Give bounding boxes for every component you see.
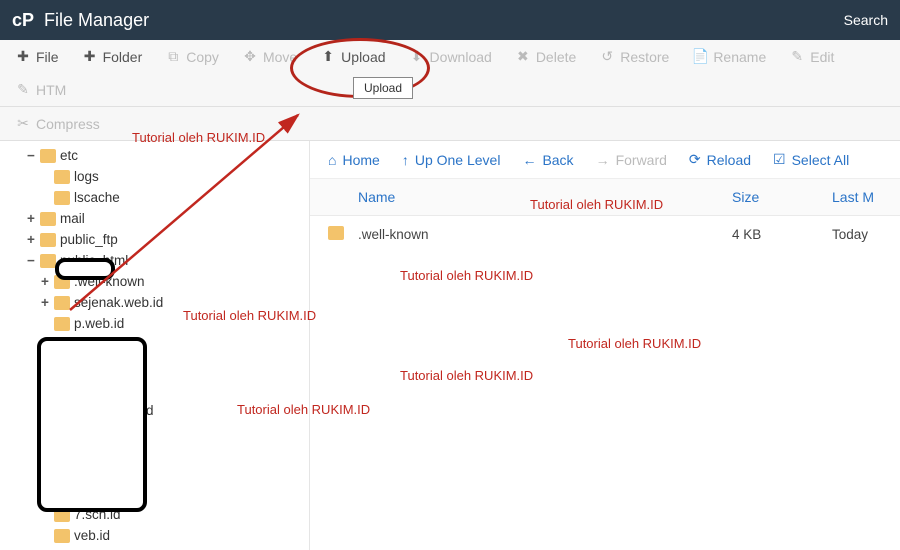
redaction-box-2 — [37, 337, 147, 512]
cpanel-logo-icon: cP — [12, 10, 34, 31]
tree-item-label: p.web.id — [74, 316, 124, 331]
forward-icon: → — [596, 152, 610, 168]
tree-item-label: veb.id — [74, 528, 110, 543]
header-left: cP File Manager — [12, 10, 149, 31]
back-icon: ← — [522, 152, 536, 168]
home-icon: ⌂ — [328, 152, 336, 168]
folder-icon — [40, 212, 56, 226]
plus-icon: ✚ — [16, 48, 30, 65]
reload-link[interactable]: ⟳Reload — [689, 151, 751, 168]
tree-item-label: mail — [60, 211, 85, 226]
col-name[interactable]: Name — [358, 189, 732, 205]
toolbar: ✚File ✚Folder ⧉Copy ✥Move ⬆Upload ⬇Downl… — [0, 40, 900, 107]
folder-icon — [54, 170, 70, 184]
tree-item[interactable]: + mail — [26, 208, 309, 229]
nav-row: ⌂Home ↑Up One Level ←Back →Forward ⟳Relo… — [310, 141, 900, 179]
html-icon: ✎ — [16, 81, 30, 98]
reload-icon: ⟳ — [689, 151, 701, 168]
compress-icon: ✂ — [16, 115, 30, 132]
search-label[interactable]: Search — [844, 12, 888, 28]
restore-icon: ↺ — [600, 48, 614, 65]
back-link[interactable]: ←Back — [522, 151, 573, 168]
folder-icon — [54, 296, 70, 310]
tree-item-label: logs — [74, 169, 99, 184]
toolbar-row2: ✂Compress — [0, 107, 900, 141]
app-header: cP File Manager Search — [0, 0, 900, 40]
edit-button[interactable]: ✎Edit — [778, 40, 846, 73]
download-button[interactable]: ⬇Download — [398, 40, 504, 73]
rename-icon: 📄 — [693, 48, 707, 65]
delete-icon: ✖ — [516, 48, 530, 65]
tree-item[interactable]: + sejenak.web.id — [40, 292, 309, 313]
tree-item[interactable]: − etc — [26, 145, 309, 166]
select-all-icon: ☑ — [773, 151, 786, 168]
tree-item[interactable]: p.web.id — [40, 313, 309, 334]
copy-icon: ⧉ — [166, 48, 180, 65]
folder-icon — [40, 254, 56, 268]
expand-toggle[interactable]: − — [26, 148, 36, 163]
up-one-level-link[interactable]: ↑Up One Level — [402, 151, 501, 168]
tree-item[interactable]: lscache — [40, 187, 309, 208]
content-pane: ⌂Home ↑Up One Level ←Back →Forward ⟳Relo… — [310, 141, 900, 550]
rename-button[interactable]: 📄Rename — [681, 40, 778, 73]
upload-icon: ⬆ — [321, 48, 335, 65]
html-editor-button[interactable]: ✎HTM — [4, 73, 78, 106]
expand-toggle[interactable]: − — [26, 253, 36, 268]
forward-link[interactable]: →Forward — [596, 151, 667, 168]
plus-icon: ✚ — [83, 48, 97, 65]
col-size[interactable]: Size — [732, 189, 832, 205]
folder-icon — [328, 226, 344, 240]
cell-name: .well-known — [358, 227, 732, 242]
expand-toggle[interactable]: + — [26, 211, 36, 226]
col-last[interactable]: Last M — [832, 189, 882, 205]
folder-button[interactable]: ✚Folder — [71, 40, 155, 73]
folder-icon — [54, 529, 70, 543]
home-link[interactable]: ⌂Home — [328, 151, 380, 168]
upload-button[interactable]: ⬆Upload — [309, 40, 397, 73]
table-header: Name Size Last M — [310, 179, 900, 216]
folder-icon — [54, 191, 70, 205]
expand-toggle[interactable]: + — [40, 295, 50, 310]
tree-item-label: sejenak.web.id — [74, 295, 163, 310]
expand-toggle[interactable]: + — [26, 232, 36, 247]
app-title: File Manager — [44, 10, 149, 31]
expand-toggle[interactable]: + — [40, 274, 50, 289]
file-button[interactable]: ✚File — [4, 40, 71, 73]
cell-last: Today — [832, 227, 882, 242]
tree-item-label: public_ftp — [60, 232, 118, 247]
download-icon: ⬇ — [410, 48, 424, 65]
tree-item[interactable]: logs — [40, 166, 309, 187]
tree-item-label: lscache — [74, 190, 120, 205]
cell-size: 4 KB — [732, 227, 832, 242]
move-icon: ✥ — [243, 48, 257, 65]
move-button[interactable]: ✥Move — [231, 40, 309, 73]
folder-icon — [40, 233, 56, 247]
tree-item-label: etc — [60, 148, 78, 163]
folder-icon — [54, 317, 70, 331]
restore-button[interactable]: ↺Restore — [588, 40, 681, 73]
delete-button[interactable]: ✖Delete — [504, 40, 588, 73]
up-icon: ↑ — [402, 152, 409, 168]
redaction-box-1 — [55, 258, 115, 280]
select-all-link[interactable]: ☑Select All — [773, 151, 849, 168]
edit-icon: ✎ — [790, 48, 804, 65]
folder-icon — [40, 149, 56, 163]
tree-item[interactable]: + public_ftp — [26, 229, 309, 250]
upload-tooltip: Upload — [353, 77, 413, 99]
table-row[interactable]: .well-known 4 KB Today — [310, 216, 900, 253]
tree-item[interactable]: veb.id — [40, 525, 309, 546]
compress-button[interactable]: ✂Compress — [4, 107, 112, 140]
copy-button[interactable]: ⧉Copy — [154, 40, 231, 73]
